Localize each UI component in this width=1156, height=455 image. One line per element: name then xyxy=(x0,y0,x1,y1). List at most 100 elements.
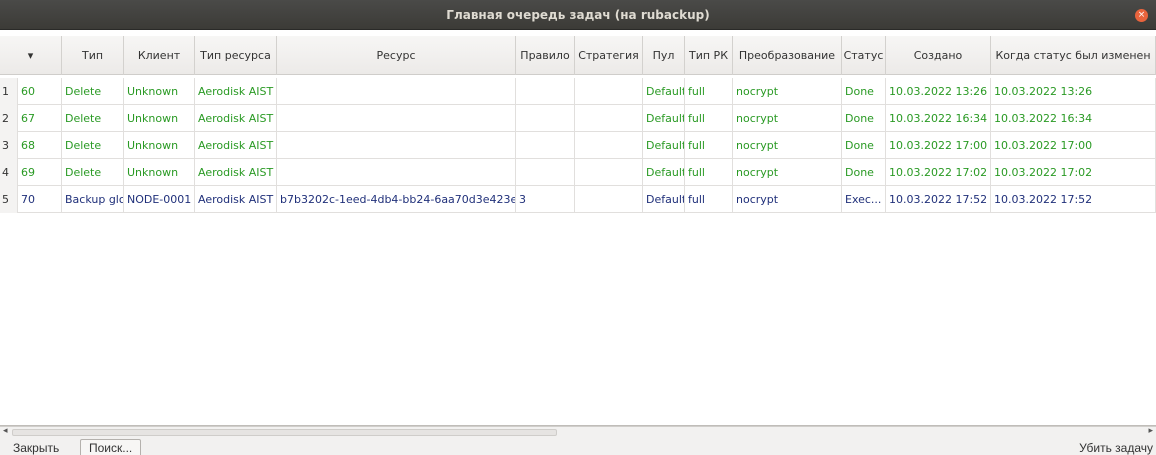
header-resource[interactable]: Ресурс xyxy=(277,36,516,75)
resource-type: Aerodisk AIST xyxy=(195,78,277,105)
status: Done xyxy=(842,132,886,159)
client: Unknown xyxy=(124,78,195,105)
scroll-right-icon[interactable]: ▸ xyxy=(1148,426,1153,436)
rk-type: full xyxy=(685,186,733,213)
conversion: nocrypt xyxy=(733,105,842,132)
created-time: 10.03.2022 17:52 xyxy=(886,186,991,213)
changed-time: 10.03.2022 13:26 xyxy=(991,78,1156,105)
client: Unknown xyxy=(124,159,195,186)
pool: Default xyxy=(643,186,685,213)
client: Unknown xyxy=(124,105,195,132)
resource: b7b3202c-1eed-4db4-bb24-6aa70d3e423e xyxy=(277,186,516,213)
row-number: 3 xyxy=(0,132,18,159)
task-id: 67 xyxy=(18,105,62,132)
task-id: 68 xyxy=(18,132,62,159)
scroll-thumb[interactable] xyxy=(12,429,557,436)
search-button[interactable]: Поиск... xyxy=(80,439,142,455)
table-row[interactable]: 4 69 Delete Unknown Aerodisk AIST Default full… xyxy=(0,159,1156,186)
rule xyxy=(516,78,575,105)
bottom-toolbar: Закрыть Поиск... Убить задачу xyxy=(0,437,1156,455)
header-pool[interactable]: Пул xyxy=(643,36,685,75)
header-rk-type[interactable]: Тип РК xyxy=(685,36,733,75)
sort-column[interactable]: ▾ xyxy=(0,36,62,75)
task-type: Backup global xyxy=(62,186,124,213)
task-id: 70 xyxy=(18,186,62,213)
task-type: Delete xyxy=(62,159,124,186)
scroll-left-icon[interactable]: ◂ xyxy=(3,426,8,436)
header-status[interactable]: Статус xyxy=(842,36,886,75)
rule xyxy=(516,132,575,159)
task-id: 69 xyxy=(18,159,62,186)
table-header: ▾ Тип Клиент Тип ресурса Ресурс Правило Страте… xyxy=(0,36,1156,75)
resource xyxy=(277,78,516,105)
close-icon[interactable]: × xyxy=(1135,9,1148,22)
task-type: Delete xyxy=(62,132,124,159)
created-time: 10.03.2022 17:02 xyxy=(886,159,991,186)
table-row[interactable]: 3 68 Delete Unknown Aerodisk AIST Default full… xyxy=(0,132,1156,159)
row-number: 4 xyxy=(0,159,18,186)
rule: 3 xyxy=(516,186,575,213)
changed-time: 10.03.2022 17:52 xyxy=(991,186,1156,213)
close-button[interactable]: Закрыть xyxy=(4,439,68,455)
rk-type: full xyxy=(685,105,733,132)
conversion: nocrypt xyxy=(733,186,842,213)
header-resource-type[interactable]: Тип ресурса xyxy=(195,36,277,75)
strategy xyxy=(575,78,643,105)
pool: Default xyxy=(643,105,685,132)
created-time: 10.03.2022 13:26 xyxy=(886,78,991,105)
window-title: Главная очередь задач (на rubackup) xyxy=(446,8,710,22)
strategy xyxy=(575,132,643,159)
pool: Default xyxy=(643,132,685,159)
strategy xyxy=(575,186,643,213)
status: Exec... xyxy=(842,186,886,213)
row-number: 1 xyxy=(0,78,18,105)
strategy xyxy=(575,159,643,186)
client: Unknown xyxy=(124,132,195,159)
resource xyxy=(277,159,516,186)
task-type: Delete xyxy=(62,78,124,105)
client: NODE-0001 xyxy=(124,186,195,213)
header-type[interactable]: Тип xyxy=(62,36,124,75)
strategy xyxy=(575,105,643,132)
header-created[interactable]: Создано xyxy=(886,36,991,75)
header-rule[interactable]: Правило xyxy=(516,36,575,75)
task-type: Delete xyxy=(62,105,124,132)
status: Done xyxy=(842,105,886,132)
table-row[interactable]: 1 60 Delete Unknown Aerodisk AIST Default full… xyxy=(0,78,1156,105)
resource-type: Aerodisk AIST xyxy=(195,186,277,213)
rk-type: full xyxy=(685,132,733,159)
table-row[interactable]: 2 67 Delete Unknown Aerodisk AIST Default full… xyxy=(0,105,1156,132)
rk-type: full xyxy=(685,159,733,186)
status: Done xyxy=(842,159,886,186)
status: Done xyxy=(842,78,886,105)
rule xyxy=(516,105,575,132)
row-number: 2 xyxy=(0,105,18,132)
task-queue-table: ▾ Тип Клиент Тип ресурса Ресурс Правило Страте… xyxy=(0,30,1156,426)
kill-task-button[interactable]: Убить задачу xyxy=(1070,439,1156,455)
conversion: nocrypt xyxy=(733,78,842,105)
conversion: nocrypt xyxy=(733,159,842,186)
header-changed[interactable]: Когда статус был изменен xyxy=(991,36,1156,75)
resource-type: Aerodisk AIST xyxy=(195,132,277,159)
horizontal-scrollbar[interactable]: ◂ ▸ xyxy=(0,426,1156,437)
pool: Default xyxy=(643,78,685,105)
created-time: 10.03.2022 16:34 xyxy=(886,105,991,132)
changed-time: 10.03.2022 17:00 xyxy=(991,132,1156,159)
row-number: 5 xyxy=(0,186,18,213)
task-id: 60 xyxy=(18,78,62,105)
header-conversion[interactable]: Преобразование xyxy=(733,36,842,75)
pool: Default xyxy=(643,159,685,186)
changed-time: 10.03.2022 16:34 xyxy=(991,105,1156,132)
header-client[interactable]: Клиент xyxy=(124,36,195,75)
header-strategy[interactable]: Стратегия xyxy=(575,36,643,75)
resource xyxy=(277,105,516,132)
table-row[interactable]: 570Backup globalNODE-0001Aerodisk AISTb7… xyxy=(0,186,1156,213)
resource xyxy=(277,132,516,159)
rule xyxy=(516,159,575,186)
resource-type: Aerodisk AIST xyxy=(195,105,277,132)
conversion: nocrypt xyxy=(733,132,842,159)
changed-time: 10.03.2022 17:02 xyxy=(991,159,1156,186)
created-time: 10.03.2022 17:00 xyxy=(886,132,991,159)
rk-type: full xyxy=(685,78,733,105)
title-bar: Главная очередь задач (на rubackup) × xyxy=(0,0,1156,30)
